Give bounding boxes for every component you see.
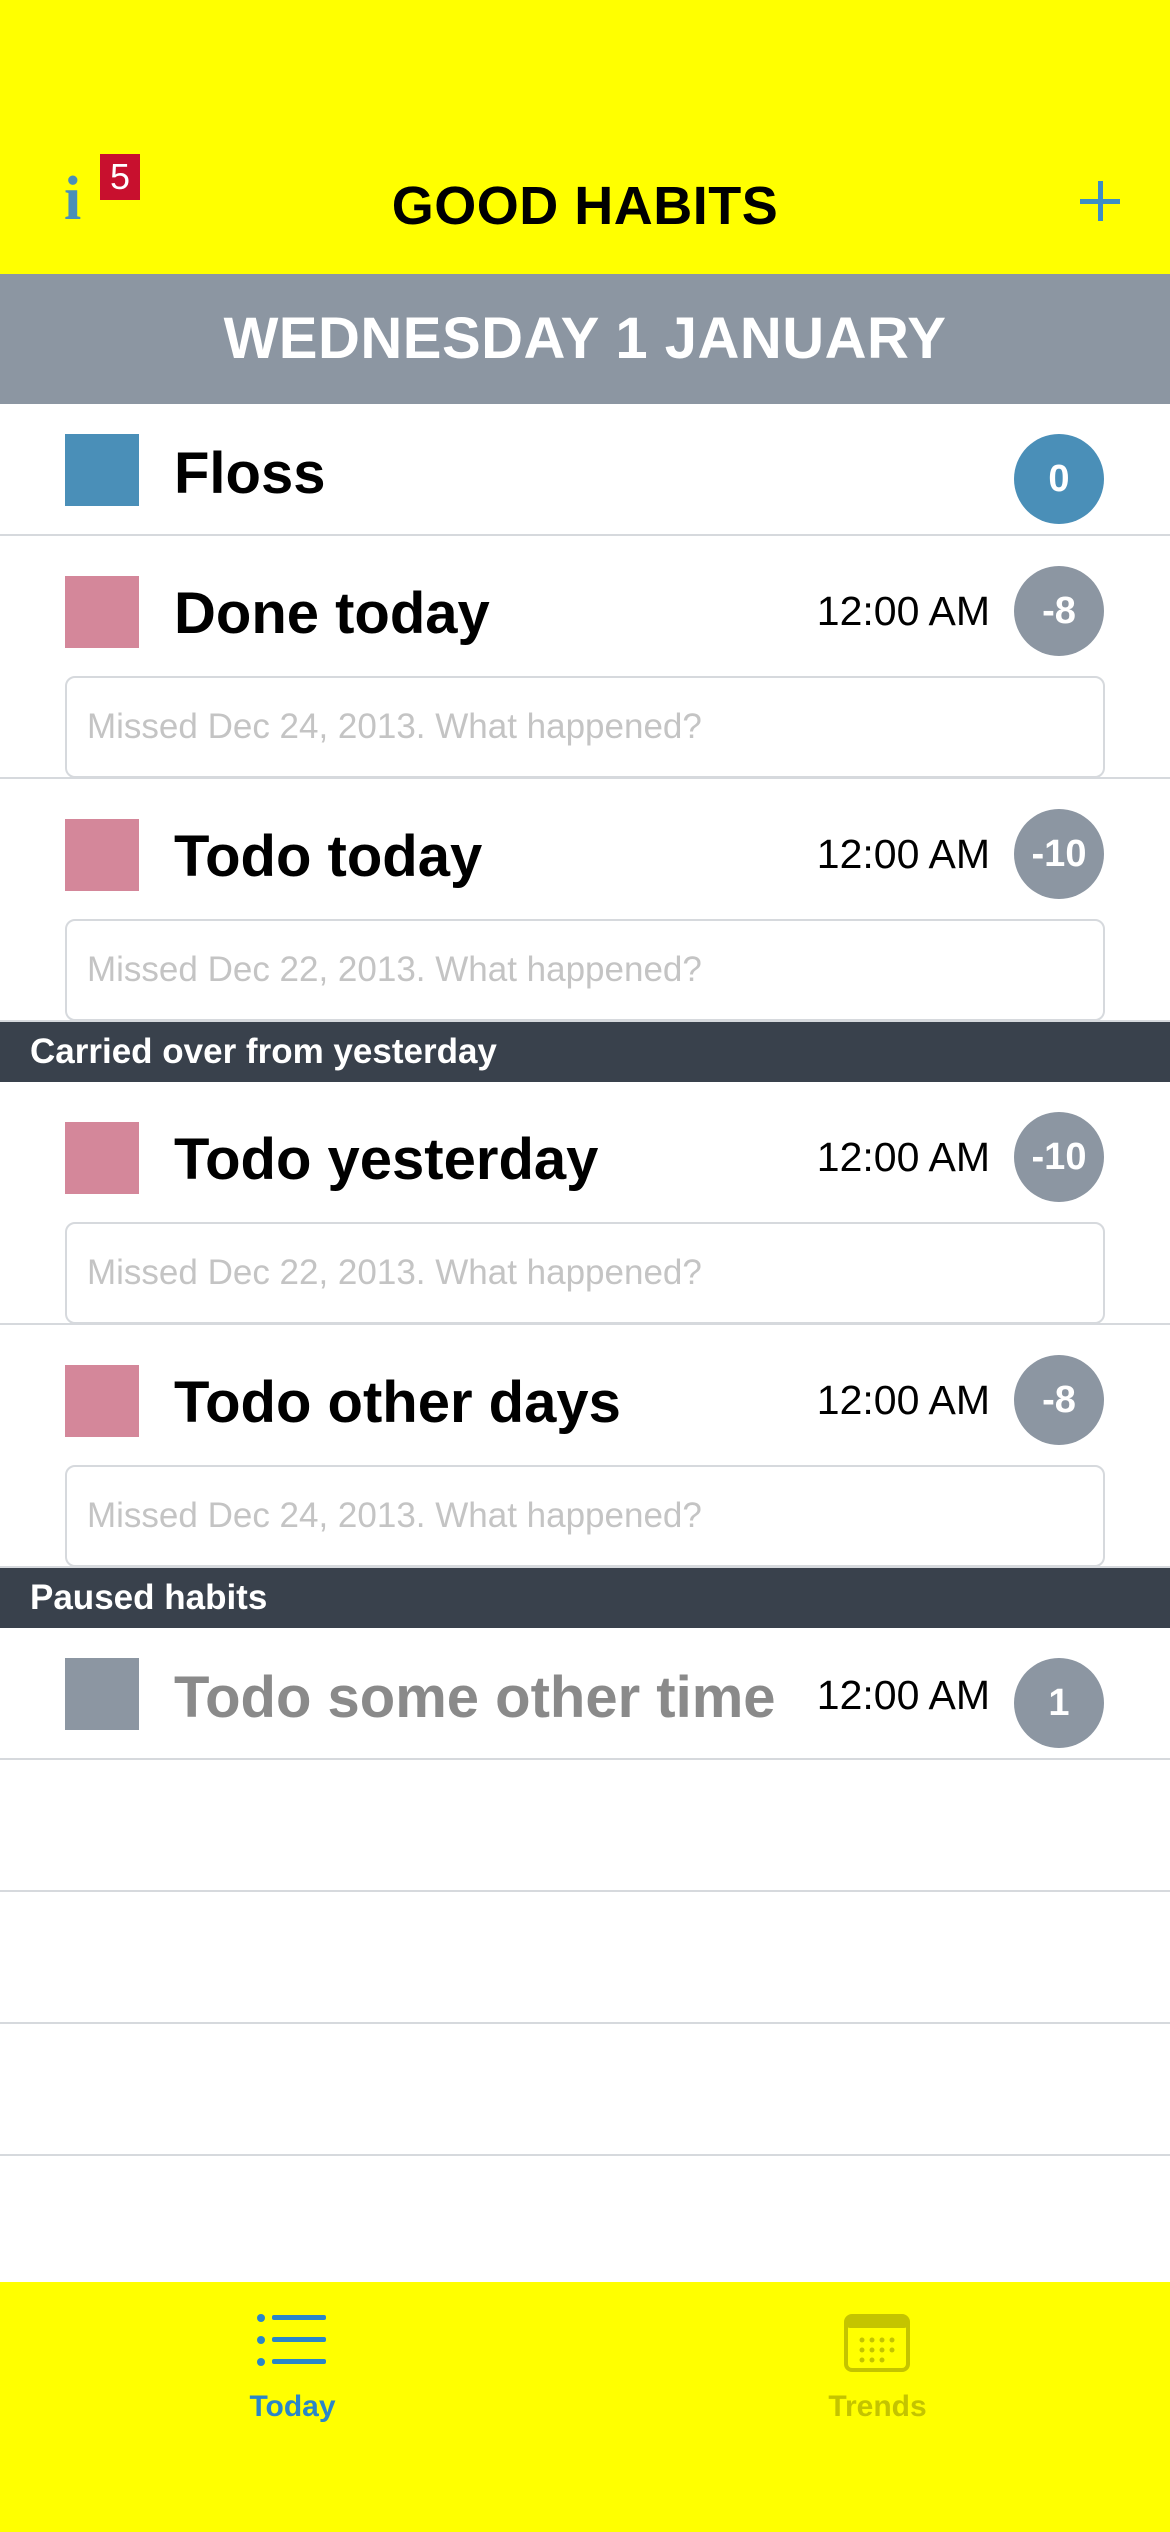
- habit-color-swatch: [65, 819, 139, 891]
- habit-score-badge: -8: [1014, 566, 1104, 656]
- calendar-icon: [844, 2314, 910, 2372]
- habit-color-swatch: [65, 434, 139, 506]
- empty-row: [0, 1760, 1170, 1892]
- empty-row: [0, 2156, 1170, 2282]
- habit-row-floss[interactable]: Floss 0: [0, 404, 1170, 536]
- habit-color-swatch: [65, 1658, 139, 1730]
- habit-color-swatch: [65, 576, 139, 648]
- tab-bar: Today Trends: [0, 2282, 1170, 2532]
- habit-time: 12:00 AM: [816, 1377, 990, 1423]
- list-icon: [257, 2314, 326, 2366]
- habit-time: 12:00 AM: [816, 1134, 990, 1180]
- habit-name: Floss: [174, 441, 326, 506]
- habit-name: Todo today: [174, 824, 483, 889]
- habit-name: Todo yesterday: [174, 1127, 599, 1192]
- habit-score-badge: -10: [1014, 1112, 1104, 1202]
- habit-score-badge: 0: [1014, 434, 1104, 524]
- habit-name: Todo other days: [174, 1370, 621, 1435]
- app-title: GOOD HABITS: [391, 176, 779, 236]
- habit-row-todo-yesterday[interactable]: Todo yesterday 12:00 AM -10: [0, 1082, 1170, 1325]
- tab-trends[interactable]: Trends: [585, 2282, 1170, 2532]
- habit-score-badge: -10: [1014, 809, 1104, 899]
- habit-row-todo-today[interactable]: Todo today 12:00 AM -10: [0, 779, 1170, 1022]
- habit-name: Todo some other time: [174, 1665, 776, 1730]
- habit-time: 12:00 AM: [816, 1672, 990, 1718]
- missed-note-input[interactable]: [65, 1465, 1105, 1567]
- missed-note-input[interactable]: [65, 1222, 1105, 1324]
- habit-row-done-today[interactable]: Done today 12:00 AM -8: [0, 536, 1170, 779]
- habit-color-swatch: [65, 1365, 139, 1437]
- habit-time: 12:00 AM: [816, 588, 990, 634]
- top-bar: i 5 GOOD HABITS: [0, 0, 1170, 274]
- missed-note-input[interactable]: [65, 919, 1105, 1021]
- habit-row-todo-some-other-time[interactable]: Todo some other time 12:00 AM 1: [0, 1628, 1170, 1760]
- section-header-carried-over: Carried over from yesterday: [0, 1022, 1170, 1082]
- habit-score-badge: -8: [1014, 1355, 1104, 1445]
- habit-time: 12:00 AM: [816, 831, 990, 877]
- date-header: WEDNESDAY 1 JANUARY: [0, 274, 1170, 404]
- empty-row: [0, 1892, 1170, 2024]
- missed-note-input[interactable]: [65, 676, 1105, 778]
- add-habit-button[interactable]: [1070, 170, 1134, 234]
- section-header-paused: Paused habits: [0, 1568, 1170, 1628]
- habit-score-badge: 1: [1014, 1658, 1104, 1748]
- tab-today[interactable]: Today: [0, 2282, 585, 2532]
- habit-row-todo-other-days[interactable]: Todo other days 12:00 AM -8: [0, 1325, 1170, 1568]
- tab-label: Today: [249, 2390, 336, 2423]
- habit-color-swatch: [65, 1122, 139, 1194]
- habit-name: Done today: [174, 581, 490, 646]
- tab-label: Trends: [828, 2390, 927, 2423]
- empty-row: [0, 2024, 1170, 2156]
